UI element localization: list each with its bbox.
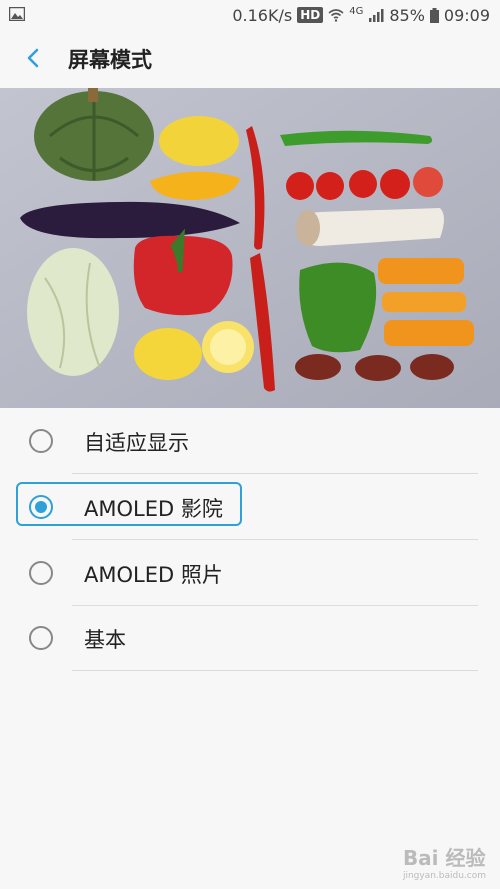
option-basic[interactable]: 基本 bbox=[0, 605, 500, 671]
option-amoled-cinema[interactable]: AMOLED 影院 bbox=[0, 474, 500, 540]
network-speed: 0.16K/s bbox=[232, 5, 293, 25]
option-label: 基本 bbox=[84, 628, 126, 652]
option-label: AMOLED 影院 bbox=[84, 497, 223, 521]
battery-icon bbox=[429, 7, 439, 23]
watermark-brand: Bai 经验 bbox=[402, 846, 486, 870]
divider bbox=[72, 670, 478, 671]
back-arrow-icon[interactable] bbox=[22, 44, 46, 72]
status-bar: 0.16K/s HD 4G 85% 09:09 bbox=[0, 0, 500, 30]
wifi-icon bbox=[328, 9, 344, 22]
option-adaptive[interactable]: 自适应显示 bbox=[0, 408, 500, 474]
radio-button[interactable] bbox=[29, 561, 53, 585]
app-bar: 屏幕模式 bbox=[0, 30, 500, 88]
option-label: 自适应显示 bbox=[84, 431, 189, 455]
radio-button[interactable] bbox=[29, 626, 53, 650]
page-title: 屏幕模式 bbox=[68, 48, 152, 72]
clock: 09:09 bbox=[443, 5, 490, 25]
image-notification-icon bbox=[9, 7, 25, 21]
battery-percent: 85% bbox=[389, 5, 425, 25]
radio-button-selected[interactable] bbox=[29, 495, 53, 519]
option-label: AMOLED 照片 bbox=[84, 563, 223, 587]
watermark-url: jingyan.baidu.com bbox=[402, 871, 486, 881]
signal-icon bbox=[369, 9, 384, 22]
option-amoled-photo[interactable]: AMOLED 照片 bbox=[0, 540, 500, 606]
watermark-logo: Bai 经验 jingyan.baidu.com bbox=[403, 842, 486, 881]
radio-button[interactable] bbox=[29, 429, 53, 453]
network-type: 4G bbox=[349, 5, 364, 17]
hd-badge: HD bbox=[297, 7, 324, 23]
preview-image bbox=[0, 88, 500, 408]
